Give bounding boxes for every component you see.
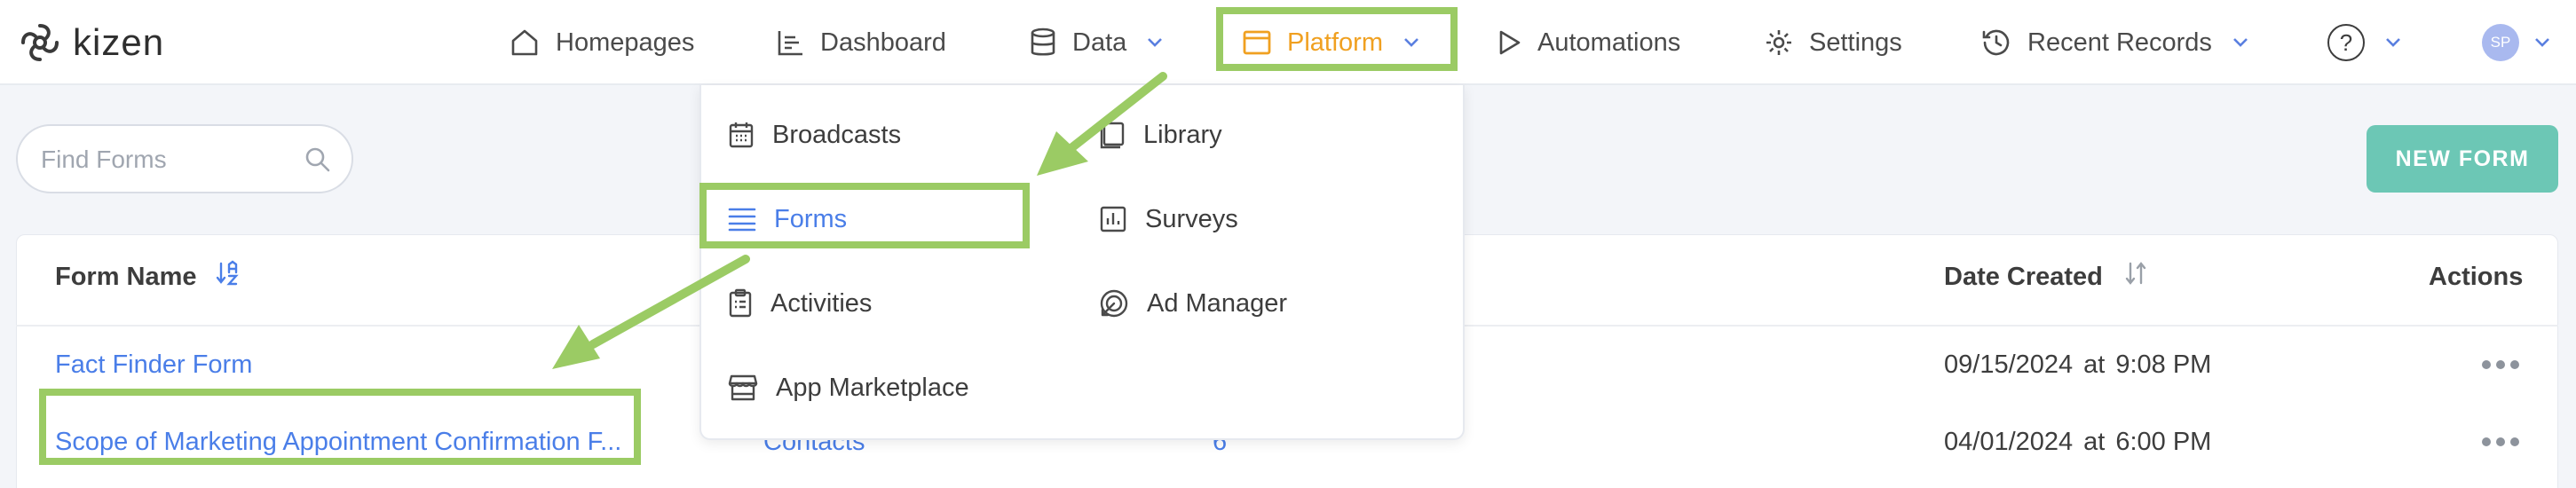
app-logo[interactable]: kizen bbox=[16, 14, 164, 71]
user-menu[interactable]: SP bbox=[2482, 16, 2551, 69]
nav-platform[interactable]: Platform bbox=[1243, 16, 1420, 69]
nav-data-label: Data bbox=[1072, 28, 1127, 57]
menu-item-activities[interactable]: Activities bbox=[728, 277, 872, 330]
menu-item-surveys[interactable]: Surveys bbox=[1099, 193, 1238, 246]
sort-ascending-icon[interactable] bbox=[215, 260, 241, 294]
chevron-down-icon bbox=[2232, 36, 2249, 49]
nav-automations[interactable]: Automations bbox=[1497, 16, 1680, 69]
date-created-header-label: Date Created bbox=[1944, 262, 2103, 291]
menu-item-broadcasts-label: Broadcasts bbox=[772, 120, 902, 149]
play-icon bbox=[1497, 29, 1521, 56]
menu-item-surveys-label: Surveys bbox=[1145, 204, 1238, 233]
form-name-header-label: Form Name bbox=[55, 262, 197, 291]
nav-settings[interactable]: Settings bbox=[1765, 16, 1902, 69]
bar-chart-icon bbox=[776, 28, 804, 57]
dot bbox=[2496, 360, 2505, 369]
book-icon bbox=[1099, 121, 1126, 149]
menu-item-ad-manager-label: Ad Manager bbox=[1147, 288, 1287, 318]
nav-dashboard-label: Dashboard bbox=[820, 28, 946, 57]
store-icon bbox=[728, 373, 758, 403]
history-icon bbox=[1981, 28, 2011, 58]
date-created-cell: 09/15/2024 at 9:08 PM bbox=[1944, 345, 2211, 384]
date-value: 04/01/2024 bbox=[1944, 427, 2074, 456]
help-menu[interactable]: ? bbox=[2327, 16, 2402, 69]
chevron-down-icon bbox=[1146, 36, 1164, 49]
avatar: SP bbox=[2482, 24, 2519, 61]
date-value: 09/15/2024 bbox=[1944, 350, 2074, 379]
nav-settings-label: Settings bbox=[1809, 28, 1902, 57]
gear-icon bbox=[1765, 28, 1793, 57]
dot bbox=[2482, 437, 2491, 446]
chevron-down-icon bbox=[2384, 36, 2402, 49]
chart-box-icon bbox=[1099, 205, 1127, 233]
nav-homepages[interactable]: Homepages bbox=[510, 16, 694, 69]
dot bbox=[2482, 360, 2491, 369]
nav-recent-records[interactable]: Recent Records bbox=[1981, 16, 2249, 69]
logo-text: kizen bbox=[73, 21, 165, 63]
form-name-link[interactable]: Fact Finder Form bbox=[55, 345, 252, 384]
nav-dashboard[interactable]: Dashboard bbox=[776, 16, 946, 69]
menu-item-library[interactable]: Library bbox=[1099, 108, 1222, 161]
kizen-swirl-icon bbox=[16, 19, 64, 67]
dot bbox=[2510, 437, 2519, 446]
list-lines-icon bbox=[728, 207, 756, 232]
help-icon: ? bbox=[2327, 24, 2365, 61]
new-form-button[interactable]: NEW FORM bbox=[2367, 125, 2558, 193]
top-navigation-bar: kizen Homepages Dashboard Data Platform bbox=[0, 0, 2576, 85]
date-at-label: at bbox=[2083, 350, 2106, 379]
time-value: 9:08 PM bbox=[2115, 350, 2212, 379]
column-header-form-name[interactable]: Form Name bbox=[55, 250, 241, 303]
calendar-icon bbox=[728, 121, 755, 149]
date-at-label: at bbox=[2083, 427, 2106, 456]
nav-automations-label: Automations bbox=[1537, 28, 1681, 57]
nav-platform-label: Platform bbox=[1287, 28, 1383, 57]
search-input[interactable] bbox=[41, 140, 298, 179]
nav-recent-records-label: Recent Records bbox=[2027, 28, 2212, 57]
platform-dropdown-menu: Broadcasts Library Forms Surveys Activit… bbox=[699, 85, 1465, 440]
clipboard-icon bbox=[728, 288, 753, 319]
menu-item-library-label: Library bbox=[1143, 120, 1222, 149]
time-value: 6:00 PM bbox=[2115, 427, 2212, 456]
menu-item-app-marketplace[interactable]: App Marketplace bbox=[728, 361, 969, 414]
search-box bbox=[16, 124, 353, 193]
chevron-down-icon bbox=[1403, 36, 1420, 49]
menu-item-forms[interactable]: Forms bbox=[728, 193, 847, 246]
menu-item-activities-label: Activities bbox=[770, 288, 873, 318]
sort-icon[interactable] bbox=[2122, 260, 2149, 294]
menu-item-broadcasts[interactable]: Broadcasts bbox=[728, 108, 901, 161]
menu-item-app-marketplace-label: App Marketplace bbox=[776, 373, 969, 402]
dot bbox=[2510, 360, 2519, 369]
chevron-down-icon bbox=[2533, 36, 2551, 49]
row-actions-button[interactable] bbox=[2482, 360, 2519, 369]
target-icon bbox=[1099, 288, 1129, 319]
column-header-actions: Actions bbox=[2429, 250, 2523, 303]
menu-item-ad-manager[interactable]: Ad Manager bbox=[1099, 277, 1287, 330]
nav-homepages-label: Homepages bbox=[556, 28, 695, 57]
date-created-cell: 04/01/2024 at 6:00 PM bbox=[1944, 422, 2211, 461]
column-header-date-created[interactable]: Date Created bbox=[1944, 250, 2149, 303]
actions-header-label: Actions bbox=[2429, 262, 2524, 291]
home-icon bbox=[510, 28, 540, 58]
menu-item-forms-label: Forms bbox=[774, 204, 848, 233]
database-icon bbox=[1030, 28, 1056, 58]
search-icon[interactable] bbox=[304, 146, 332, 178]
window-icon bbox=[1243, 29, 1271, 56]
row-actions-button[interactable] bbox=[2482, 437, 2519, 446]
nav-data[interactable]: Data bbox=[1030, 16, 1164, 69]
dot bbox=[2496, 437, 2505, 446]
form-name-link[interactable]: Scope of Marketing Appointment Confirmat… bbox=[55, 422, 621, 461]
